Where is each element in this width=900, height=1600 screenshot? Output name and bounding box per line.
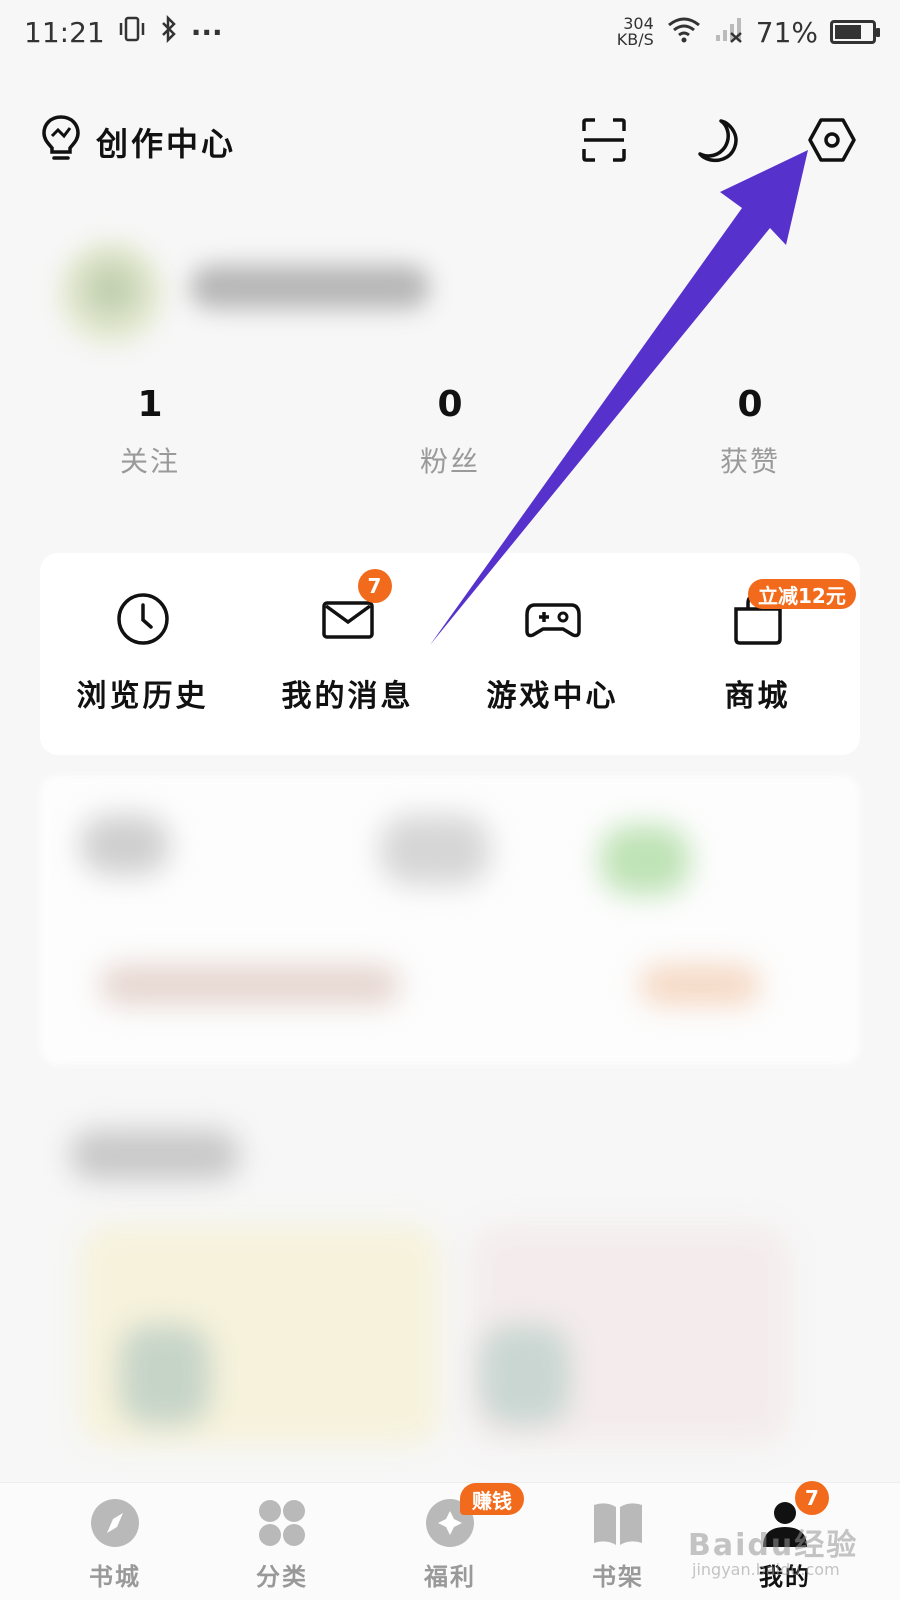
mall-discount-badge: 立减12元 [748,579,856,609]
baidu-watermark-url: jingyan.baidu.com [692,1560,840,1579]
book-icon [592,1497,644,1549]
status-right: 304 KB/S 71% [617,15,880,50]
blurred-item [380,815,490,885]
header: 创作中心 [0,100,900,184]
clock-time: 11:21 [24,15,105,49]
messages-badge: 7 [357,569,392,603]
blurred-item [120,1325,210,1425]
grid-icon [256,1497,308,1549]
quick-actions-card: 浏览历史 7 我的消息 游戏中心 商城 立减12元 [40,553,860,755]
stat-value: 1 [137,384,163,425]
lightbulb-icon [40,114,82,170]
game-center-label: 游戏中心 [486,679,619,714]
nav-label: 书架 [592,1563,644,1591]
settings-hexagon-icon [807,117,857,167]
night-mode-button[interactable] [690,114,746,170]
blurred-item [80,815,170,875]
wifi-icon [666,15,702,50]
battery-percent: 71% [755,15,818,49]
battery-fill [835,25,861,39]
mall-label: 商城 [724,679,791,714]
moon-icon [695,117,741,167]
mail-icon: 7 [318,569,392,649]
battery-icon [830,20,880,44]
blurred-item [640,965,760,1005]
more-dots: ··· [190,15,223,49]
stat-label: 粉丝 [419,445,480,478]
earn-money-badge: 赚钱 [460,1483,524,1515]
network-speed-unit: KB/S [616,30,654,49]
nav-label: 书城 [89,1563,141,1591]
scan-icon [581,117,627,167]
stats-row: 1 关注 0 粉丝 0 获赞 [0,380,900,490]
gift-icon: 赚钱 [424,1483,524,1549]
username-blurred [190,265,430,309]
stat-label: 关注 [119,445,180,478]
baidu-watermark: Baidu经验 [688,1528,859,1563]
stat-label: 获赞 [719,445,780,478]
stat-fans[interactable]: 0 粉丝 [370,380,530,480]
cellular-signal-icon [714,15,744,50]
blurred-content [0,775,900,1475]
blurred-item [480,1325,570,1425]
nav-welfare[interactable]: 赚钱 福利 [390,1483,524,1592]
gamepad-icon [523,589,583,649]
browse-history-button[interactable]: 浏览历史 [40,589,245,715]
mine-badge: 7 [795,1481,829,1515]
my-messages-button[interactable]: 7 我的消息 [245,569,450,715]
nav-category[interactable]: 分类 [222,1497,342,1592]
nav-bookshelf[interactable]: 书架 [558,1497,678,1592]
settings-button[interactable] [804,114,860,170]
avatar[interactable] [56,240,166,350]
creation-center-button[interactable]: 创作中心 [40,114,236,170]
blurred-item [100,965,400,1005]
bluetooth-icon [159,14,179,50]
scan-button[interactable] [576,114,632,170]
stat-value: 0 [437,384,463,425]
status-bar: 11:21 ··· 304 KB/S 71% [0,0,900,64]
vibrate-icon [117,15,147,50]
clock-icon [113,589,173,649]
header-actions [576,114,860,170]
browse-history-label: 浏览历史 [76,679,209,714]
profile-section[interactable] [0,210,900,370]
my-messages-label: 我的消息 [281,679,414,714]
network-speed: 304 KB/S [617,16,654,48]
stat-likes[interactable]: 0 获赞 [670,380,830,480]
stat-value: 0 [737,384,763,425]
status-left: 11:21 ··· [24,14,223,50]
game-center-button[interactable]: 游戏中心 [450,589,655,715]
stat-following[interactable]: 1 关注 [70,380,230,480]
blurred-item [70,1130,240,1180]
creation-center-label: 创作中心 [96,125,237,163]
compass-icon [89,1497,141,1549]
blurred-item [600,825,690,895]
nav-label: 分类 [256,1563,308,1591]
nav-label: 福利 [424,1563,476,1591]
nav-bookstore[interactable]: 书城 [55,1497,175,1592]
